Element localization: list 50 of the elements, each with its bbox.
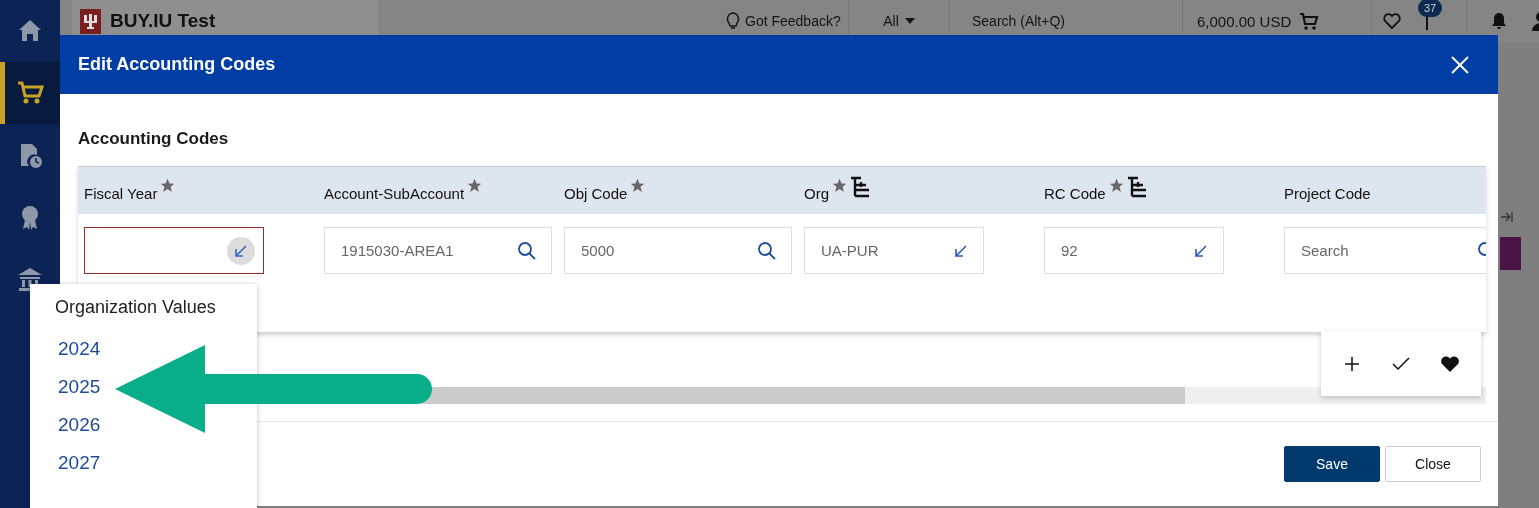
collapse-icon[interactable] xyxy=(1500,210,1514,224)
column-header: RC Code xyxy=(1044,185,1106,202)
picker-field[interactable] xyxy=(84,227,264,274)
x-icon xyxy=(1450,54,1470,75)
app-title: BUY.IU Test xyxy=(110,10,216,32)
cart-icon[interactable] xyxy=(1299,11,1320,31)
search-field[interactable]: 5000 xyxy=(564,227,792,274)
heart-icon xyxy=(1440,353,1461,374)
cart-total: 6,000.00 USD xyxy=(1197,12,1292,30)
picker-field[interactable]: 92 xyxy=(1044,227,1224,274)
column-header: Org xyxy=(804,185,829,202)
close-icon[interactable] xyxy=(1450,54,1470,75)
column-header: Obj Code xyxy=(564,185,628,202)
picker-field[interactable]: UA-PUR xyxy=(804,227,984,274)
heart-icon[interactable] xyxy=(1382,11,1402,31)
search-field[interactable]: 1915030-AREA1 xyxy=(324,227,552,274)
dropdown-option[interactable]: 2024 xyxy=(55,330,104,368)
section-title: Accounting Codes xyxy=(78,129,230,149)
arrow-icon xyxy=(954,243,968,258)
hierarchy-icon[interactable] xyxy=(1126,176,1147,198)
column-header: Account-SubAccount xyxy=(324,185,465,202)
field-input[interactable]: 5000 xyxy=(579,241,703,260)
dialog-title: Edit Accounting Codes xyxy=(78,54,276,75)
feedback-link[interactable]: Got Feedback? xyxy=(745,13,841,29)
arrow-icon xyxy=(234,243,248,258)
notification-badge: 37 xyxy=(1418,0,1443,17)
sidebar-item[interactable] xyxy=(0,62,60,124)
search-field[interactable]: Search xyxy=(1284,227,1486,274)
search-icon[interactable] xyxy=(517,240,537,261)
search-scope-dropdown[interactable]: All xyxy=(849,13,949,29)
search-icon[interactable] xyxy=(757,240,777,261)
favorite-button[interactable] xyxy=(1440,353,1461,374)
save-button[interactable]: Save xyxy=(1284,446,1380,482)
bell-icon[interactable] xyxy=(1489,11,1509,31)
hierarchy-icon[interactable] xyxy=(850,176,870,198)
dropdown-option[interactable]: 2027 xyxy=(55,444,104,482)
dropdown-title: Organization Values xyxy=(55,297,217,318)
search-field[interactable]: Search (Alt+Q) xyxy=(970,12,1154,30)
dropdown-option[interactable]: 2025 xyxy=(55,368,104,406)
close-button[interactable]: Close xyxy=(1385,446,1481,482)
field-input[interactable]: UA-PUR xyxy=(819,241,943,260)
caret-icon xyxy=(904,18,915,24)
dropdown-option[interactable]: 2026 xyxy=(55,406,104,444)
column-header: Project Code xyxy=(1284,185,1371,202)
picker-button[interactable] xyxy=(227,236,255,265)
field-input[interactable]: 1915030-AREA1 xyxy=(339,241,463,260)
field-input[interactable]: Search xyxy=(1299,241,1423,260)
field-input[interactable]: 92 xyxy=(1059,241,1183,260)
arrow-icon xyxy=(1194,243,1208,258)
column-header: Fiscal Year xyxy=(84,185,158,202)
